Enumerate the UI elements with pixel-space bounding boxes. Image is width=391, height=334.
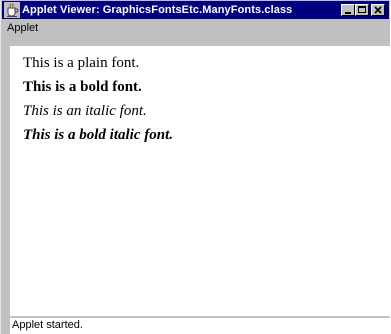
bold-italic-font-text: This is a bold italic font. bbox=[23, 127, 174, 143]
menu-bar: Applet bbox=[2, 20, 390, 36]
maximize-button[interactable] bbox=[355, 4, 369, 16]
applet-content-area: This is a plain font. This is a bold fon… bbox=[10, 46, 390, 316]
minimize-button[interactable] bbox=[341, 4, 355, 16]
bold-font-text: This is a bold font. bbox=[23, 79, 142, 95]
italic-font-text: This is an italic font. bbox=[23, 103, 147, 119]
applet-viewer-window: Applet Viewer: GraphicsFontsEtc.ManyFont… bbox=[0, 0, 390, 334]
close-button[interactable] bbox=[371, 4, 385, 16]
java-coffee-cup-icon[interactable] bbox=[4, 2, 20, 18]
menu-item-applet[interactable]: Applet bbox=[7, 22, 38, 35]
close-icon bbox=[374, 6, 382, 14]
minimize-icon bbox=[345, 12, 351, 14]
maximize-icon bbox=[358, 6, 366, 13]
status-bar: Applet started. bbox=[10, 318, 390, 334]
status-text: Applet started. bbox=[12, 319, 83, 331]
window-title: Applet Viewer: GraphicsFontsEtc.ManyFont… bbox=[22, 4, 293, 16]
title-bar[interactable]: Applet Viewer: GraphicsFontsEtc.ManyFont… bbox=[2, 1, 389, 19]
plain-font-text: This is a plain font. bbox=[23, 55, 140, 71]
